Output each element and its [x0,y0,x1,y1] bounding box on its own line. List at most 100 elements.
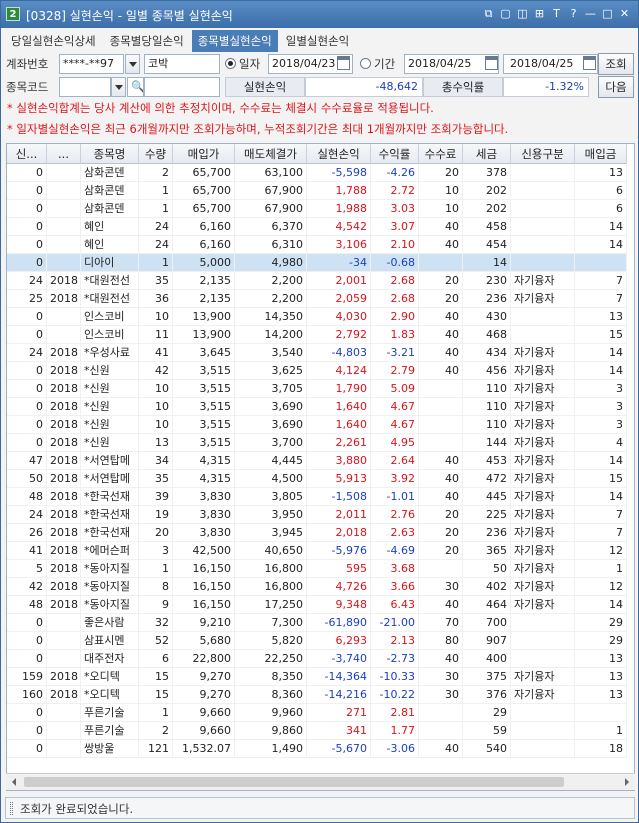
table-row[interactable]: 0 2018 *신원 42 3,515 3,625 4,124 2.79 40 456 자기융자 14 [7,362,627,380]
table-row[interactable]: 0 혜인 24 6,160 6,370 4,542 3.07 40 458 14 [7,218,627,236]
table-row[interactable]: 0 좋은사람 32 9,210 7,300 -61,890 -21.00 70 700 29 [7,614,627,632]
table-row[interactable]: 24 2018 *한국선재 19 3,830 3,950 2,011 2.76 20 225 자기융… [7,506,627,524]
stock-code-field[interactable] [59,77,111,97]
table-row[interactable]: 26 2018 *한국선재 20 3,830 3,945 2,018 2.63 20 236 자기융… [7,524,627,542]
table-cell: 0 [7,632,47,650]
table-row[interactable]: 0 삼화콘덴 1 65,700 67,900 1,988 3.03 10 202 6 [7,200,627,218]
scroll-thumb[interactable] [24,777,564,787]
tab-daily-realized-detail[interactable]: 당일실현손익상세 [5,30,102,52]
stock-code-dropdown-button[interactable] [111,77,126,97]
table-cell: 6 [575,182,627,200]
table-row[interactable]: 5 2018 *동아지질 1 16,150 16,800 595 3.68 50 자기융자 1 [7,560,627,578]
scroll-left-icon[interactable] [6,774,23,790]
table-row[interactable]: 0 인스코비 10 13,900 14,350 4,030 2.90 40 430 13 [7,308,627,326]
table-row[interactable]: 24 2018 *대원전선 35 2,135 2,200 2,001 2.68 20 230 자기융… [7,272,627,290]
maximize-icon[interactable]: □ [600,6,615,22]
table-cell: 40 [419,344,463,362]
calendar-icon[interactable] [337,56,350,70]
table-cell: 10 [419,182,463,200]
column-header[interactable]: 매입금 [575,144,627,164]
copy-icon[interactable]: ▢ [498,6,513,22]
table-cell: *신원 [81,398,139,416]
table-row[interactable]: 0 푸른기술 2 9,660 9,860 341 1.77 59 1 [7,722,627,740]
table-cell [47,632,81,650]
table-row[interactable]: 0 삼표시멘 52 5,680 5,820 6,293 2.13 80 907 29 [7,632,627,650]
calendar-icon[interactable] [485,56,498,70]
search-icon[interactable]: 🔍 [127,77,144,97]
table-row[interactable]: 0 인스코비 11 13,900 14,200 2,792 1.83 40 468 15 [7,326,627,344]
table-cell: 8,350 [235,668,307,686]
table-cell: 3,880 [307,452,371,470]
table-row[interactable]: 0 2018 *신원 13 3,515 3,700 2,261 4.95 144 자기융자 4 [7,434,627,452]
table-row[interactable]: 0 푸른기술 1 9,660 9,960 271 2.81 29 [7,704,627,722]
pnl-table[interactable]: 신...... 종목명 수량 매입가 매도체결가 실현손익 수익률 수수료 세금 신용구분 매입금 … [6,143,635,791]
table-row[interactable]: 0 삼화콘덴 1 65,700 67,900 1,788 2.72 10 202 6 [7,182,627,200]
date-radio[interactable] [225,58,236,69]
scroll-right-icon[interactable] [618,774,635,790]
table-row[interactable]: 47 2018 *서연탑메 34 4,315 4,445 3,880 2.64 40 453 자기융… [7,452,627,470]
column-header[interactable]: 실현손익 [307,144,371,164]
table-cell: *한국선재 [81,524,139,542]
column-header[interactable]: 수익률 [371,144,419,164]
column-header[interactable]: 신용구분 [511,144,575,164]
account-dropdown-button[interactable] [125,54,140,74]
table-row[interactable]: 159 2018 *오디텍 15 9,270 8,350 -14,364 -10.33 30 37… [7,668,627,686]
column-header[interactable]: 매입가 [173,144,235,164]
table-row[interactable]: 42 2018 *동아지질 8 16,150 16,800 4,726 3.66 30 402 자기… [7,578,627,596]
table-cell: 2018 [47,290,81,308]
table-row[interactable]: 25 2018 *대원전선 36 2,135 2,200 2,059 2.68 20 236 자기융… [7,290,627,308]
table-row[interactable]: 24 2018 *우성사료 41 3,645 3,540 -4,803 -3.21 40 434 자… [7,344,627,362]
column-header[interactable]: 수수료 [419,144,463,164]
table-row[interactable]: 160 2018 *오디텍 15 9,270 8,360 -14,216 -10.22 30 37… [7,686,627,704]
table-cell [419,254,463,272]
table-row[interactable]: 48 2018 *동아지질 9 16,150 17,250 9,348 6.43 40 464 자기… [7,596,627,614]
table-row[interactable]: 0 2018 *신원 10 3,515 3,705 1,790 5.09 110 자기융자 3 [7,380,627,398]
table-cell: 6 [575,200,627,218]
account-number-field[interactable]: ****-**97 [59,54,124,74]
column-header[interactable]: ... [47,144,81,164]
tab-stock-realized-pnl[interactable]: 종목별실현손익 [191,30,278,52]
font-icon[interactable]: T [549,6,564,22]
table-row[interactable]: 0 디아이 1 5,000 4,980 -34 -0.68 14 [7,254,627,272]
table-cell: 2,135 [173,290,235,308]
table-cell: 10 [419,200,463,218]
table-cell: 24 [139,218,173,236]
tab-stock-daily-pnl[interactable]: 종목별당일손익 [104,30,190,52]
table-cell: 40 [419,596,463,614]
table-cell: 4.67 [371,416,419,434]
table-row[interactable]: 48 2018 *한국선재 39 3,830 3,805 -1,508 -1.01 40 445 자… [7,488,627,506]
table-row[interactable]: 0 2018 *신원 10 3,515 3,690 1,640 4.67 110 자기융자 3 [7,398,627,416]
table-cell: 20 [419,290,463,308]
help-icon[interactable]: ? [566,6,581,22]
table-cell: 22,800 [173,650,235,668]
table-row[interactable]: 41 2018 *에머슨퍼 3 42,500 40,650 -5,976 -4.69 20 365… [7,542,627,560]
table-cell: 20 [419,164,463,182]
calendar-icon[interactable] [583,56,596,70]
table-cell [419,398,463,416]
table-row[interactable]: 0 대주전자 6 22,800 22,250 -3,740 -2.73 40 400 13 [7,650,627,668]
table-row[interactable]: 0 2018 *신원 10 3,515 3,690 1,640 4.67 110 자기융자 3 [7,416,627,434]
column-header[interactable]: 신... [7,144,47,164]
next-button[interactable]: 다음 [598,76,634,98]
minimize-icon[interactable]: — [583,6,598,22]
close-icon[interactable]: ✕ [617,6,632,22]
tab-daily-realized-pnl[interactable]: 일별실현손익 [280,30,355,52]
table-row[interactable]: 0 쌍방울 121 1,532.07 1,490 -5,670 -3.06 40 540 18 [7,740,627,758]
tile-icon[interactable]: ⊞ [532,6,547,22]
column-header[interactable]: 수량 [139,144,173,164]
table-row[interactable]: 50 2018 *서연탑메 35 4,315 4,500 5,913 3.92 40 472 자기융… [7,470,627,488]
period-radio[interactable] [360,58,371,69]
table-cell: 365 [463,542,511,560]
table-cell: *우성사료 [81,344,139,362]
link-icon[interactable]: ⧉ [481,6,496,22]
table-cell: 자기융자 [511,452,575,470]
table-cell: 14 [575,452,627,470]
window-icon[interactable]: ◫ [515,6,530,22]
table-row[interactable]: 0 혜인 24 6,160 6,310 3,106 2.10 40 454 14 [7,236,627,254]
column-header[interactable]: 매도체결가 [235,144,307,164]
column-header[interactable]: 종목명 [81,144,139,164]
table-row[interactable]: 0 삼화콘덴 2 65,700 63,100 -5,598 -4.26 20 378 13 [7,164,627,182]
horizontal-scrollbar[interactable] [6,773,635,790]
column-header[interactable]: 세금 [463,144,511,164]
query-button[interactable]: 조회 [598,53,634,75]
